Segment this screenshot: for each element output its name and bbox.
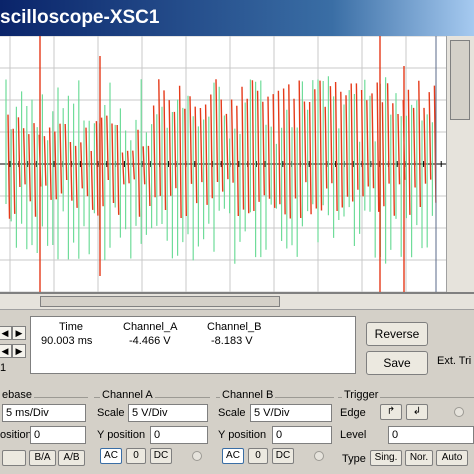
timebase-scale-field[interactable]: 5 ms/Div (2, 404, 86, 422)
x-position-field[interactable]: 0 (30, 426, 86, 444)
channel-a-zero-button[interactable]: 0 (126, 448, 146, 464)
trigger-indicator-icon (454, 407, 464, 417)
horizontal-scroll-thumb[interactable] (40, 296, 280, 307)
cursor1-right-button[interactable]: ▶ (12, 326, 26, 340)
reverse-button[interactable]: Reverse (366, 322, 428, 346)
timebase-mode-b-a[interactable]: B/A (29, 450, 56, 466)
channel-b-title: Channel B (220, 389, 276, 401)
channel-b-ypos-field[interactable]: 0 (272, 426, 332, 444)
arrow-right-icon: ▶ (15, 328, 23, 338)
window-titlebar: scilloscope-XSC1 (0, 0, 474, 36)
falling-edge-button[interactable]: ↲ (406, 404, 428, 420)
arrow-right-icon: ▶ (15, 346, 23, 356)
channel-b-ac-button[interactable]: AC (222, 448, 244, 464)
channel-a-indicator-icon (192, 451, 202, 461)
oscilloscope-screen[interactable] (0, 36, 446, 292)
channel-b-value: -8.183 V (211, 335, 253, 347)
rising-edge-button[interactable]: ↱ (380, 404, 402, 420)
channel-a-value: -4.466 V (129, 335, 171, 347)
channel-a-title: Channel A (100, 389, 155, 401)
window-title: scilloscope-XSC1 (0, 7, 160, 28)
channel-a-ypos-field[interactable]: 0 (150, 426, 208, 444)
vertical-scroll-thumb[interactable] (450, 40, 470, 120)
ext-trigger-label: Ext. Tri (437, 355, 472, 367)
measurement-readout: Time Channel_A Channel_B 90.003 ms -4.46… (30, 316, 356, 374)
timebase-title: ebase (0, 389, 34, 401)
channel-b-zero-button[interactable]: 0 (248, 448, 268, 464)
channel-b-ypos-label: Y position (218, 429, 267, 441)
cursor2-left-button[interactable]: ◀ (0, 344, 12, 358)
timebase-mode-y-t[interactable] (2, 450, 26, 466)
trigger-normal-button[interactable]: Nor. (405, 450, 433, 466)
trigger-single-button[interactable]: Sing. (370, 450, 402, 466)
save-button[interactable]: Save (366, 351, 428, 375)
channel-a-dc-button[interactable]: DC (150, 448, 172, 464)
vertical-scrollbar[interactable] (446, 36, 474, 292)
trigger-auto-button[interactable]: Auto (436, 450, 468, 466)
scope-display (0, 36, 446, 292)
trigger-level-label: Level (340, 429, 367, 441)
rising-edge-icon: ↱ (386, 406, 396, 417)
arrow-left-icon: ◀ (1, 346, 9, 356)
channel-a-header: Channel_A (123, 321, 178, 333)
horizontal-scrollbar[interactable] (0, 294, 474, 310)
channel-a-scale-field[interactable]: 5 V/Div (128, 404, 208, 422)
channel-b-header: Channel_B (207, 321, 262, 333)
arrow-left-icon: ◀ (1, 328, 9, 338)
falling-edge-icon: ↲ (412, 406, 422, 417)
trigger-type-label: Type (342, 453, 366, 465)
channel-b-scale-label: Scale (218, 407, 246, 419)
cursor1-left-button[interactable]: ◀ (0, 326, 12, 340)
x-position-label: osition (0, 429, 32, 441)
time-value: 90.003 ms (41, 335, 93, 347)
channel-a-ac-button[interactable]: AC (100, 448, 122, 464)
time-header: Time (59, 321, 84, 333)
channel-a-scale-label: Scale (97, 407, 125, 419)
channel-b-dc-button[interactable]: DC (272, 448, 294, 464)
trigger-edge-label: Edge (340, 407, 366, 419)
channel-a-ypos-label: Y position (97, 429, 146, 441)
cursor-label: 1 (0, 362, 7, 374)
cursor2-right-button[interactable]: ▶ (12, 344, 26, 358)
trigger-level-field[interactable]: 0 (388, 426, 474, 444)
channel-b-scale-field[interactable]: 5 V/Div (250, 404, 332, 422)
trigger-title: Trigger (342, 389, 381, 401)
timebase-mode-a-b[interactable]: A/B (58, 450, 85, 466)
channel-b-indicator-icon (314, 451, 324, 461)
